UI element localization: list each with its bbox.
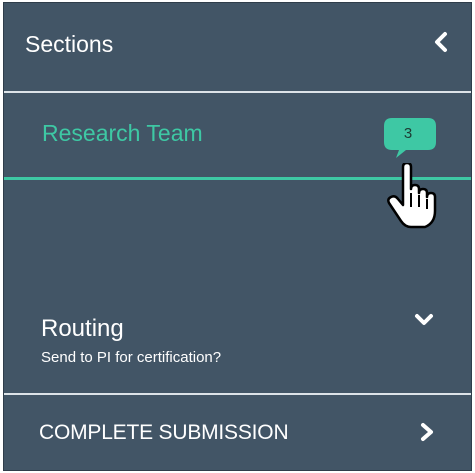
complete-submission-label: COMPLETE SUBMISSION [39, 421, 289, 444]
chevron-left-icon [435, 32, 447, 52]
comment-count-badge[interactable]: 3 [384, 116, 444, 160]
sections-title: Sections [25, 31, 114, 57]
divider [4, 91, 471, 93]
chevron-down-icon[interactable] [413, 311, 435, 329]
collapse-button[interactable] [429, 29, 455, 55]
chevron-right-icon [421, 423, 433, 441]
routing-title: Routing [41, 315, 124, 342]
section-item-routing[interactable]: Routing Send to PI for certification? [4, 299, 471, 391]
section-item-label: Research Team [42, 120, 203, 146]
complete-submission-button[interactable]: COMPLETE SUBMISSION [4, 395, 471, 470]
sections-header: Sections [4, 3, 471, 92]
badge-count: 3 [403, 125, 413, 142]
hand-pointer-cursor-icon [387, 163, 437, 229]
routing-subtitle: Send to PI for certification? [41, 349, 222, 366]
sections-panel: Sections Research Team 3 Routing Send to… [3, 2, 472, 471]
